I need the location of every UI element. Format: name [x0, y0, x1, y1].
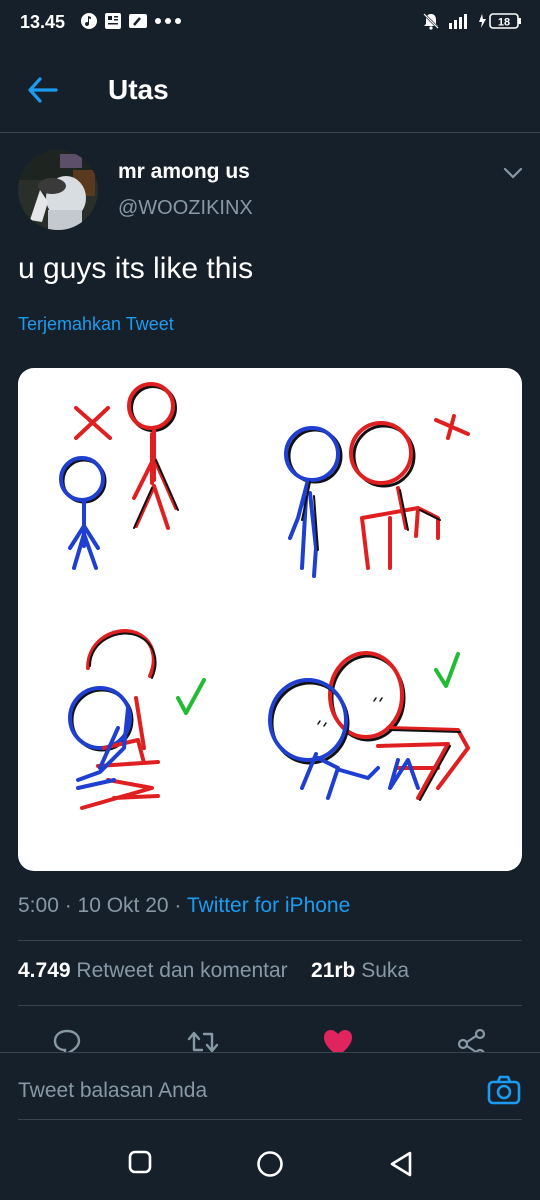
divider [18, 940, 522, 941]
battery-icon: 18 [479, 13, 521, 29]
more-notifications-icon [155, 18, 181, 24]
page-title: Utas [108, 74, 169, 105]
tweet-stats: 4.749 Retweet dan komentar 21rb Suka [18, 959, 409, 983]
bell-muted-icon [423, 13, 439, 30]
tweet-text: u guys its like this [18, 252, 254, 285]
music-icon [81, 13, 97, 29]
signal-icon [449, 14, 467, 29]
reply-underline [18, 1119, 522, 1120]
system-nav-bar [0, 1128, 540, 1200]
reply-input[interactable]: Tweet balasan Anda [18, 1079, 207, 1103]
news-icon [105, 13, 121, 29]
back-arrow-icon[interactable] [26, 76, 58, 104]
translate-link[interactable]: Terjemahkan Tweet [18, 314, 174, 335]
card-icon [129, 14, 147, 28]
back-nav-icon[interactable] [388, 1150, 414, 1178]
author-handle[interactable]: @WOOZIKINX [118, 197, 253, 220]
author-name[interactable]: mr among us [118, 160, 250, 184]
app-bar: Utas [0, 48, 540, 133]
like-count[interactable]: 21rb [311, 959, 355, 982]
action-bar [0, 1024, 540, 1058]
tweet-image[interactable] [18, 368, 522, 871]
reply-bar: Tweet balasan Anda [0, 1052, 540, 1129]
recents-icon[interactable] [128, 1150, 152, 1174]
tweet-timestamp: 5:00 · 10 Okt 20 · Twitter for iPhone [18, 894, 350, 918]
home-icon[interactable] [256, 1150, 284, 1178]
tweet-time: 5:00 · 10 Okt 20 · [18, 894, 187, 917]
retweet-label[interactable]: Retweet dan komentar [71, 959, 287, 982]
like-label[interactable]: Suka [355, 959, 409, 982]
retweet-count[interactable]: 4.749 [18, 959, 71, 982]
camera-icon[interactable] [487, 1075, 521, 1105]
battery-level: 18 [498, 17, 510, 29]
tweet-source[interactable]: Twitter for iPhone [187, 894, 350, 917]
status-time: 13.45 [20, 12, 66, 32]
status-bar: 13.45 18 [0, 0, 540, 48]
avatar[interactable] [18, 150, 98, 230]
divider [18, 1005, 522, 1006]
chevron-down-icon[interactable] [503, 166, 523, 180]
